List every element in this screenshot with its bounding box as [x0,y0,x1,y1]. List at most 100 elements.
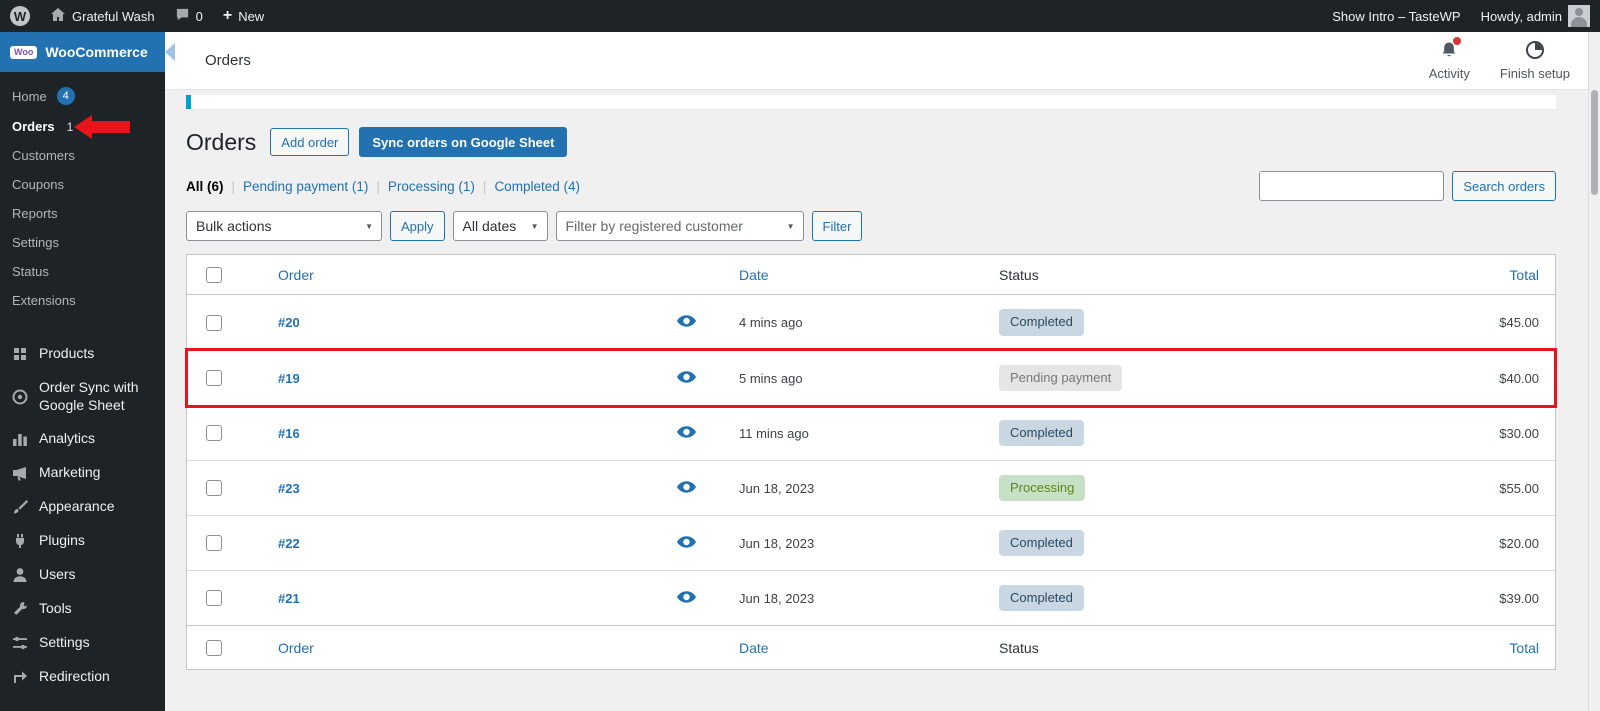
activity-bell-icon [1439,37,1462,63]
admin-bar: W Grateful Wash 0 + New Show Intro – Tas… [0,0,1600,32]
sidebar-item-label: Extensions [12,293,76,308]
new-content-button[interactable]: + New [213,0,274,32]
tools-icon [10,600,30,618]
sidebar-item-status[interactable]: Status [0,257,165,286]
row-checkbox[interactable] [206,370,222,386]
sidebar-item-marketing[interactable]: Marketing [0,456,165,490]
apply-button[interactable]: Apply [390,211,445,241]
sidebar-item-appearance[interactable]: Appearance [0,490,165,524]
menu-separator [0,325,165,337]
order-preview-eye-icon[interactable] [676,535,696,551]
filter-all[interactable]: All (6) [186,179,243,194]
sidebar-item-orders[interactable]: Orders 1 [0,112,165,141]
row-checkbox[interactable] [206,314,222,331]
sidebar-item-products[interactable]: Products [0,337,165,371]
admin-sidebar: Woo WooCommerce Home 4 Orders 1 Customers … [0,32,165,711]
show-intro-link[interactable]: Show Intro – TasteWP [1322,0,1470,32]
sidebar-item-label: Coupons [12,177,65,192]
sidebar-item-analytics[interactable]: Analytics [0,422,165,456]
order-preview-eye-icon[interactable] [676,370,696,386]
settings-icon [10,634,30,652]
sidebar-item-label: Redirection [39,668,110,685]
select-all-checkbox[interactable] [206,266,222,283]
bulk-actions-select[interactable]: Bulk actions [186,211,382,241]
sidebar-item-coupons[interactable]: Coupons [0,170,165,199]
order-date: 4 mins ago [739,315,803,330]
table-row-highlighted: #19 5 mins ago Pending payment $40.00 [185,348,1557,408]
orders-count: 1 [66,119,74,134]
add-order-button[interactable]: Add order [270,128,350,156]
sidebar-item-woocommerce[interactable]: Woo WooCommerce [0,32,165,72]
site-name-link[interactable]: Grateful Wash [40,0,165,32]
table-header: Order Date Status Total [187,255,1555,295]
filter-button[interactable]: Filter [811,211,863,241]
row-checkbox[interactable] [206,480,222,496]
scrollbar-thumb[interactable] [1591,90,1598,195]
sort-order-header[interactable]: Order [278,267,314,283]
customer-filter-select[interactable]: Filter by registered customer [555,211,804,241]
row-checkbox[interactable] [206,425,222,441]
row-checkbox[interactable] [206,590,222,606]
sidebar-item-settings[interactable]: Settings [0,626,165,660]
status-badge: Processing [999,474,1086,502]
order-date: Jun 18, 2023 [739,535,815,551]
sidebar-item-home[interactable]: Home 4 [0,80,165,112]
marketing-icon [10,464,30,482]
users-icon [10,566,30,584]
products-icon [10,345,30,363]
order-preview-eye-icon[interactable] [676,480,696,496]
order-link[interactable]: #16 [278,426,300,441]
redirection-icon [10,668,30,686]
filter-completed[interactable]: Completed (4) [494,179,580,194]
status-badge: Completed [999,584,1084,612]
order-sync-icon [10,388,30,406]
sort-order-footer[interactable]: Order [278,640,314,656]
finish-setup-button[interactable]: Finish setup [1500,40,1570,81]
scrollbar[interactable] [1588,32,1600,711]
sidebar-item-redirection[interactable]: Redirection [0,660,165,694]
order-link[interactable]: #21 [278,591,300,606]
order-link[interactable]: #19 [278,371,300,386]
sort-total-footer[interactable]: Total [1509,640,1539,656]
sidebar-item-order-sync[interactable]: Order Sync with Google Sheet [0,371,165,422]
sidebar-item-label: Customers [12,148,75,163]
order-link[interactable]: #22 [278,536,300,551]
new-label: New [238,8,265,24]
activity-button[interactable]: Activity [1429,37,1470,81]
order-link[interactable]: #20 [278,315,300,330]
search-orders-input[interactable] [1259,171,1445,201]
home-icon [50,7,66,26]
avatar [1568,5,1590,27]
all-dates-select[interactable]: All dates [452,211,548,241]
sidebar-item-customers[interactable]: Customers [0,141,165,170]
order-preview-eye-icon[interactable] [676,590,696,606]
sidebar-item-tools[interactable]: Tools [0,592,165,626]
sidebar-item-extensions[interactable]: Extensions [0,286,165,315]
sync-orders-button[interactable]: Sync orders on Google Sheet [359,127,568,157]
order-link[interactable]: #23 [278,481,300,496]
wordpress-logo-button[interactable]: W [0,0,40,32]
order-preview-eye-icon[interactable] [676,315,696,330]
status-header: Status [999,266,1039,283]
sidebar-item-users[interactable]: Users [0,558,165,592]
sort-total-header[interactable]: Total [1509,267,1539,283]
filter-processing[interactable]: Processing (1) [388,179,495,194]
row-checkbox[interactable] [206,535,222,551]
sort-date-header[interactable]: Date [739,267,769,283]
sidebar-item-label: Plugins [39,532,85,549]
sidebar-item-label: Users [39,566,76,583]
woocommerce-submenu: Home 4 Orders 1 Customers Coupons Reports … [0,72,165,325]
comments-link[interactable]: 0 [165,0,213,32]
order-preview-eye-icon[interactable] [676,425,696,441]
sidebar-item-reports[interactable]: Reports [0,199,165,228]
search-orders-button[interactable]: Search orders [1452,171,1556,201]
sort-date-footer[interactable]: Date [739,640,769,656]
plugins-icon [10,532,30,550]
select-all-checkbox-bottom[interactable] [206,639,222,656]
order-date: Jun 18, 2023 [739,480,815,496]
account-menu[interactable]: Howdy, admin [1471,0,1600,32]
sidebar-item-plugins[interactable]: Plugins [0,524,165,558]
notification-dot [1453,37,1462,45]
sidebar-item-settings-woo[interactable]: Settings [0,228,165,257]
filter-pending-payment[interactable]: Pending payment (1) [243,179,388,194]
